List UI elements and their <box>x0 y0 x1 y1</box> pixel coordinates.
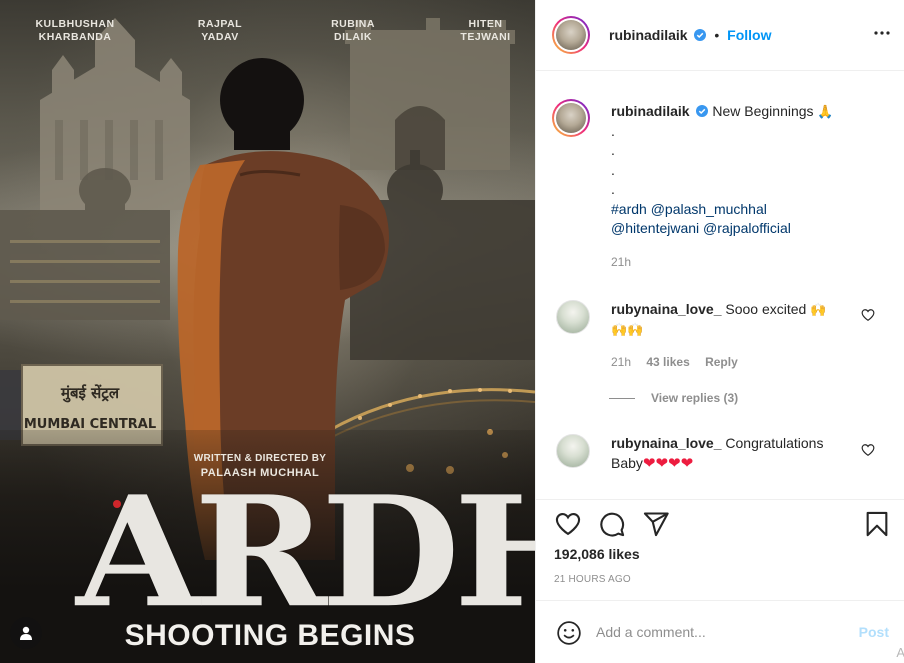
header-username[interactable]: rubinadilaik <box>609 27 688 43</box>
commenter-avatar[interactable] <box>556 434 590 468</box>
caption: rubinadilaik New Beginnings 🙏 . . . . #a… <box>611 102 881 272</box>
verified-badge-icon <box>696 105 709 117</box>
post-side-panel: rubinadilaik • Follow rubinadilaik New B… <box>535 0 904 663</box>
comment-text: Congratulations <box>725 435 824 451</box>
comment-like-heart-icon[interactable] <box>861 443 875 457</box>
caption-timestamp[interactable]: 21h <box>611 253 881 273</box>
cast-name-4: HITEN TEJWANI <box>460 18 511 43</box>
header-separator: • <box>714 27 720 43</box>
movie-title: ARDH <box>76 462 535 642</box>
post-actions: 192,086 likes 21 HOURS AGO <box>536 499 904 600</box>
raised-hands-emoji-row: 🙌🙌 <box>611 321 644 337</box>
comment-username[interactable]: rubynaina_love_ <box>611 435 722 451</box>
more-horizontal-icon[interactable] <box>873 24 891 42</box>
cast-name-3: RUBINA DILAIK <box>331 18 375 43</box>
caption-dot: . <box>611 181 615 197</box>
caption-dot: . <box>611 161 615 178</box>
caption-dot: . <box>611 142 615 158</box>
pray-emoji: 🙏 <box>817 104 834 119</box>
comment-likes[interactable]: 43 likes <box>646 355 689 369</box>
comments-list[interactable]: rubinadilaik New Beginnings 🙏 . . . . #a… <box>536 72 904 499</box>
red-hearts-emoji: ❤❤❤❤ <box>642 454 694 472</box>
heart-outline-icon[interactable] <box>554 510 582 538</box>
likes-count[interactable]: 192,086 likes <box>554 546 640 562</box>
smiley-icon[interactable] <box>556 620 582 646</box>
post-timestamp[interactable]: 21 HOURS AGO <box>554 574 631 585</box>
commenter-avatar[interactable] <box>556 300 590 334</box>
comment-bubble-icon[interactable] <box>598 510 626 538</box>
reply-button[interactable]: Reply <box>705 355 738 369</box>
caption-tags-line-1[interactable]: #ardh @palash_muchhal <box>611 200 881 220</box>
comment-2: rubynaina_love_ Congratulations Baby❤❤❤❤ <box>611 434 861 473</box>
raised-hands-emoji: 🙌 <box>810 302 827 317</box>
comment-1-meta: 21h 43 likes Reply <box>611 355 738 369</box>
caption-username[interactable]: rubinadilaik <box>611 103 690 119</box>
cast-name-1: KULBHUSHAN KHARBANDA <box>35 18 115 43</box>
caption-dot: . <box>611 122 615 139</box>
add-comment-bar: Post A <box>536 600 904 663</box>
cast-name-2: RAJPAL YADAV <box>197 18 243 43</box>
movie-subtitle: SHOOTING BEGINS <box>124 619 416 652</box>
author-avatar[interactable] <box>552 16 590 54</box>
follow-button[interactable]: Follow <box>727 27 771 43</box>
post-comment-button[interactable]: Post <box>859 624 889 640</box>
caption-avatar[interactable] <box>552 99 590 137</box>
caption-text: New Beginnings <box>712 103 814 119</box>
comment-1: rubynaina_love_ Sooo excited 🙌 🙌🙌 <box>611 300 861 339</box>
comment-text-line-2: Baby <box>611 454 643 471</box>
title-red-dot <box>113 500 121 508</box>
corner-text: A <box>896 645 904 660</box>
post-image[interactable]: मुंबई सेंट्रल MUMBAI CENTRAL KULBHUSHAN K… <box>0 0 535 663</box>
comment-text: Sooo excited <box>725 301 807 317</box>
comment-time[interactable]: 21h <box>611 355 631 369</box>
comment-like-heart-icon[interactable] <box>861 308 875 322</box>
paper-plane-icon[interactable] <box>642 510 670 538</box>
view-replies-button[interactable]: View replies (3) <box>609 391 738 405</box>
verified-badge-icon <box>694 29 707 41</box>
view-replies-line <box>609 398 635 400</box>
tagged-users-button[interactable] <box>10 617 42 649</box>
bookmark-icon[interactable] <box>863 510 891 538</box>
comment-username[interactable]: rubynaina_love_ <box>611 301 722 317</box>
caption-tags-line-2[interactable]: @hitentejwani @rajpalofficial <box>611 219 881 239</box>
station-sign-hindi: मुंबई सेंट्रल <box>60 384 120 403</box>
user-icon <box>20 626 32 640</box>
header-user-line: rubinadilaik • Follow <box>609 27 771 43</box>
post-header: rubinadilaik • Follow <box>536 0 904 71</box>
comment-input[interactable] <box>596 621 836 643</box>
